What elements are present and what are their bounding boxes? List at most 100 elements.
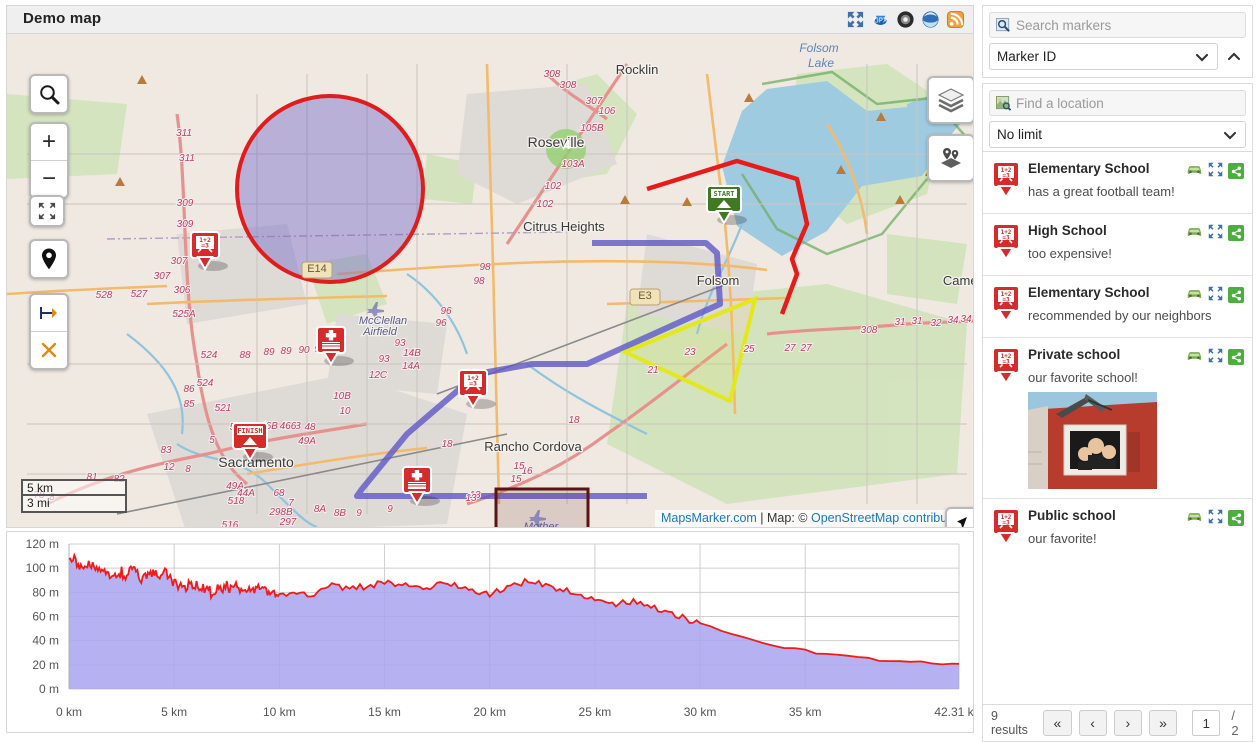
fullscreen-icon[interactable] — [1208, 348, 1223, 366]
marker-subtitle: recommended by our neighbors — [1028, 308, 1244, 324]
measure-clear-button[interactable] — [31, 331, 67, 368]
rss-icon[interactable] — [946, 10, 965, 29]
svg-text:0 m: 0 m — [39, 682, 59, 696]
marker-subtitle: our favorite school! — [1028, 370, 1244, 386]
svg-text:524: 524 — [201, 350, 218, 361]
find-location-placeholder: Find a location — [1016, 96, 1104, 111]
marker-actions — [1186, 285, 1244, 304]
svg-text:98: 98 — [479, 262, 491, 273]
svg-text:308: 308 — [560, 80, 577, 91]
search-markers-input[interactable]: Search markers — [989, 12, 1246, 38]
share-icon[interactable] — [1228, 510, 1244, 526]
svg-text:E14: E14 — [307, 263, 327, 275]
measure-control[interactable] — [29, 293, 69, 370]
marker-list-item[interactable]: 1+2 =3 Elementary School — [983, 152, 1252, 214]
map-column: Demo map GPX — [0, 0, 980, 738]
fullscreen-icon[interactable] — [846, 10, 865, 29]
layers-icon — [937, 87, 965, 113]
marker-subtitle: too expensive! — [1028, 246, 1244, 262]
prev-page-button[interactable]: ‹ — [1079, 710, 1107, 736]
layers-control[interactable] — [927, 76, 974, 124]
page-number-input[interactable]: 1 — [1192, 710, 1220, 736]
share-icon[interactable] — [1228, 287, 1244, 303]
marker-list-item[interactable]: 1+2 =3 Private school — [983, 338, 1252, 499]
marker-sidebar: Search markers Marker ID — [982, 5, 1253, 733]
marker-id-value: Marker ID — [997, 49, 1056, 64]
map-search-button[interactable] — [31, 76, 67, 112]
directions-icon[interactable] — [1186, 163, 1203, 179]
markers-layer-control[interactable] — [927, 134, 974, 182]
share-icon[interactable] — [1228, 349, 1244, 365]
marker-item-header: Elementary School — [1028, 161, 1244, 180]
svg-text:21: 21 — [646, 365, 658, 376]
collapse-panel-button[interactable] — [1222, 43, 1246, 70]
svg-text:Mother: Mother — [524, 521, 560, 527]
directions-icon[interactable] — [1186, 510, 1203, 526]
svg-text:35 km: 35 km — [789, 705, 822, 719]
share-icon[interactable] — [1228, 163, 1244, 179]
svg-text:E3: E3 — [638, 290, 651, 302]
zoom-control[interactable]: + − — [29, 122, 69, 199]
first-page-button[interactable]: « — [1043, 710, 1071, 736]
marker-actions — [1186, 223, 1244, 242]
google-earth-icon[interactable] — [921, 10, 940, 29]
svg-text:12C: 12C — [369, 370, 388, 381]
cursor-button[interactable] — [947, 509, 974, 528]
next-page-button[interactable]: › — [1114, 710, 1142, 736]
marker-list-item[interactable]: 1+2 =3 Elementary School — [983, 276, 1252, 338]
share-icon[interactable] — [1228, 225, 1244, 241]
markers-layer-button[interactable] — [929, 136, 973, 180]
svg-text:8A: 8A — [314, 504, 327, 515]
svg-text:GPX: GPX — [874, 16, 888, 24]
svg-text:15 km: 15 km — [368, 705, 401, 719]
map-search-control[interactable] — [29, 74, 69, 114]
fullscreen-icon[interactable] — [1208, 224, 1223, 242]
marker-item-body: Public school — [1028, 508, 1244, 551]
svg-text:309: 309 — [177, 198, 194, 209]
fullscreen-button[interactable] — [31, 197, 63, 225]
svg-text:27: 27 — [783, 343, 796, 354]
find-location-input[interactable]: Find a location — [989, 90, 1246, 116]
mapsmarker-link[interactable]: MapsMarker.com — [661, 511, 757, 525]
fullscreen-icon[interactable] — [1208, 162, 1223, 180]
measure-button[interactable] — [31, 295, 67, 331]
directions-icon[interactable] — [1186, 349, 1203, 365]
fullscreen-icon[interactable] — [1208, 509, 1223, 527]
maps-marker-demo-app: Demo map GPX — [0, 0, 1257, 738]
directions-icon[interactable] — [1186, 287, 1203, 303]
map-tiles[interactable]: RocklinRosevilleCitrus HeightsFolsomCame… — [7, 34, 973, 527]
gpx-icon[interactable]: GPX — [871, 10, 890, 29]
kml-icon[interactable] — [896, 10, 915, 29]
locate-control[interactable] — [29, 239, 69, 279]
location-pin-icon — [39, 247, 59, 271]
search-markers-row: Search markers — [989, 12, 1246, 38]
last-page-button[interactable]: » — [1149, 710, 1177, 736]
limit-select[interactable]: No limit — [989, 121, 1246, 148]
marker-item-body: High School — [1028, 223, 1244, 266]
zoom-out-button[interactable]: − — [31, 160, 67, 197]
markers-layer-icon — [937, 145, 965, 171]
svg-text:Camero: Camero — [943, 273, 973, 288]
marker-id-select[interactable]: Marker ID — [989, 43, 1218, 70]
directions-icon[interactable] — [1186, 225, 1203, 241]
svg-text:=3: =3 — [469, 380, 477, 388]
map-marker-school: 1+2=3 — [459, 370, 496, 409]
map-marker-start: START — [707, 186, 747, 225]
fullscreen-control[interactable] — [29, 195, 65, 227]
marker-results-list[interactable]: 1+2 =3 Elementary School — [982, 151, 1253, 704]
svg-text:85: 85 — [183, 399, 195, 410]
locate-button[interactable] — [31, 241, 67, 277]
marker-title: Private school — [1028, 347, 1186, 363]
svg-text:Lake: Lake — [808, 56, 834, 70]
svg-text:Airfield: Airfield — [362, 326, 398, 338]
layers-button[interactable] — [929, 78, 973, 122]
zoom-in-button[interactable]: + — [31, 124, 67, 160]
fullscreen-icon[interactable] — [1208, 286, 1223, 304]
map-canvas[interactable]: RocklinRosevilleCitrus HeightsFolsomCame… — [6, 33, 974, 528]
marker-list-item[interactable]: 1+2 =3 Public school — [983, 499, 1252, 560]
marker-title: High School — [1028, 223, 1186, 239]
marker-list-item[interactable]: 1+2 =3 High School — [983, 214, 1252, 276]
marker-actions — [1186, 347, 1244, 366]
cursor-control[interactable] — [945, 507, 974, 528]
svg-text:8: 8 — [185, 464, 191, 475]
